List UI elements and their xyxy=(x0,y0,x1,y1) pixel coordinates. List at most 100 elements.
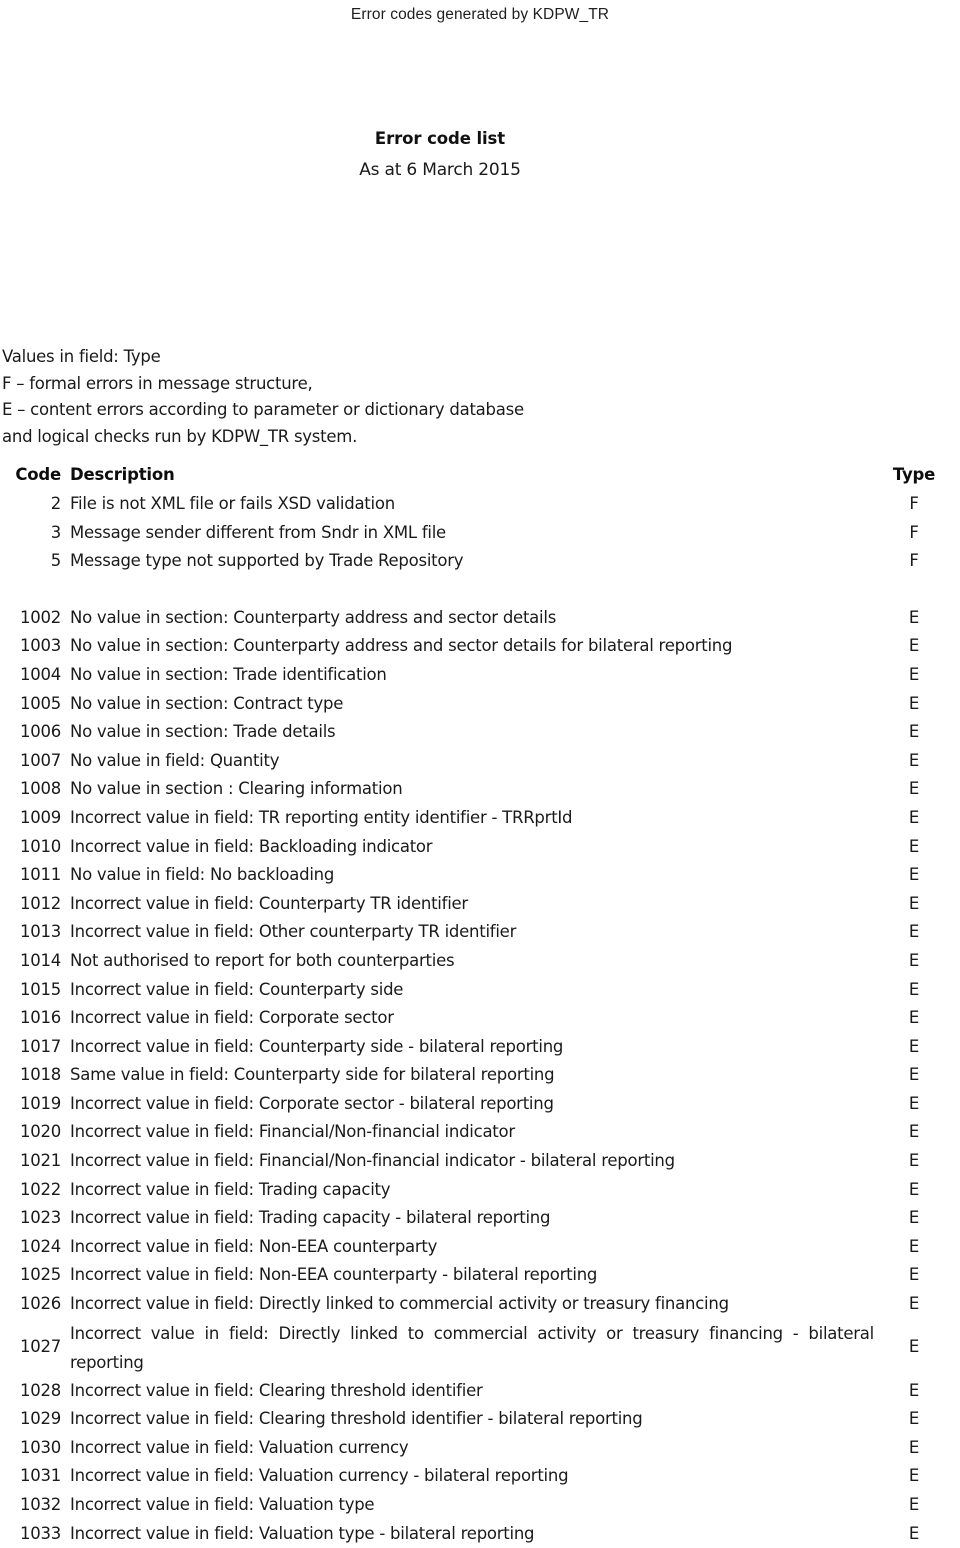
cell-description: Incorrect value in field: Financial/Non-… xyxy=(70,1151,675,1171)
table-row: 1011 No value in field: No backloading E xyxy=(0,861,960,890)
cell-type: E xyxy=(908,693,920,713)
cell-code: 1004 xyxy=(20,664,61,684)
error-code-table: Code Description Type 2 File is not XML f… xyxy=(0,460,960,1548)
cell-type: E xyxy=(908,750,920,770)
table-row: 1031 Incorrect value in field: Valuation … xyxy=(0,1462,960,1491)
cell-description: No value in section : Clearing informati… xyxy=(70,779,403,799)
cell-code: 1023 xyxy=(20,1208,61,1228)
table-header-row: Code Description Type xyxy=(0,460,960,490)
title-block: Error code list As at 6 March 2015 xyxy=(0,128,880,184)
cell-type: E xyxy=(908,1236,920,1256)
table-row: 1014 Not authorised to report for both co… xyxy=(0,947,960,976)
table-row: 1025 Incorrect value in field: Non-EEA co… xyxy=(0,1261,960,1290)
cell-code: 1008 xyxy=(20,779,61,799)
cell-type: E xyxy=(908,1036,920,1056)
table-row: 1013 Incorrect value in field: Other coun… xyxy=(0,918,960,947)
cell-code: 1028 xyxy=(20,1380,61,1400)
cell-type: E xyxy=(908,1151,920,1171)
cell-description: Incorrect value in field: Trading capaci… xyxy=(70,1208,551,1228)
cell-description: No value in section: Trade identificatio… xyxy=(70,664,387,684)
cell-description: Incorrect value in field: Counterparty s… xyxy=(70,1036,564,1056)
cell-type: F xyxy=(909,551,919,571)
cell-type: E xyxy=(908,607,920,627)
cell-description: Same value in field: Counterparty side f… xyxy=(70,1065,555,1085)
cell-code: 1006 xyxy=(20,722,61,742)
table-row: 5 Message type not supported by Trade Rep… xyxy=(0,547,960,576)
table-body: 2 File is not XML file or fails XSD valid… xyxy=(0,490,960,1548)
legend-line-e-content: E – content errors according to paramete… xyxy=(2,400,524,419)
legend-line-f-formal: F – formal errors in message structure, xyxy=(2,373,313,393)
cell-code: 1015 xyxy=(20,979,61,999)
cell-description: No value in section: Contract type xyxy=(70,693,344,713)
cell-code: 1018 xyxy=(20,1065,61,1085)
cell-type: E xyxy=(908,865,920,885)
cell-type: E xyxy=(908,1466,920,1486)
legend-line-logical-checks: and logical checks run by KDPW_TR system… xyxy=(2,426,358,446)
cell-description: Incorrect value in field: Non-EEA counte… xyxy=(70,1265,598,1285)
cell-type: F xyxy=(909,494,919,513)
cell-description: Incorrect value in field: Counterparty T… xyxy=(70,893,468,913)
cell-description: Not authorised to report for both counte… xyxy=(70,950,455,970)
table-row: 1030 Incorrect value in field: Valuation … xyxy=(0,1434,960,1463)
table-row: 1023 Incorrect value in field: Trading ca… xyxy=(0,1204,960,1233)
table-row: 1027 Incorrect value in field: Directly l… xyxy=(0,1319,960,1377)
cell-code: 1025 xyxy=(20,1265,61,1285)
cell-code: 1016 xyxy=(20,1008,61,1028)
table-row: 1006 No value in section: Trade details E xyxy=(0,718,960,747)
cell-description: Incorrect value in field: Directly linke… xyxy=(70,1294,729,1314)
cell-type: E xyxy=(908,1495,920,1514)
running-header: Error codes generated by KDPW_TR xyxy=(350,6,610,23)
cell-type: E xyxy=(908,1409,920,1429)
cell-type: E xyxy=(908,1265,920,1285)
cell-type: E xyxy=(908,1008,920,1028)
table-row: 1008 No value in section : Clearing infor… xyxy=(0,775,960,804)
cell-type: F xyxy=(909,522,919,542)
table-row: 1002 No value in section: Counterparty ad… xyxy=(0,604,960,633)
cell-description: Incorrect value in field: Trading capaci… xyxy=(70,1179,391,1199)
cell-code: 1013 xyxy=(20,922,61,942)
cell-type: E xyxy=(908,1065,920,1085)
cell-type: E xyxy=(908,1208,920,1228)
cell-code: 1014 xyxy=(20,950,61,970)
cell-description: No value in section: Counterparty addres… xyxy=(70,636,733,656)
cell-type: E xyxy=(908,836,920,856)
table-row: 1010 Incorrect value in field: Backloadin… xyxy=(0,833,960,862)
column-header-type: Type xyxy=(892,465,936,484)
cell-description: Message sender different from Sndr in XM… xyxy=(70,522,446,542)
cell-code: 1032 xyxy=(20,1495,61,1514)
cell-code: 1005 xyxy=(20,693,61,713)
cell-type: E xyxy=(908,1122,920,1142)
cell-code: 1030 xyxy=(20,1437,61,1457)
cell-code: 1021 xyxy=(20,1151,61,1171)
cell-description: No value in field: No backloading xyxy=(70,865,335,885)
cell-description: Incorrect value in field: Corporate sect… xyxy=(70,1093,554,1113)
table-row: 1012 Incorrect value in field: Counterpar… xyxy=(0,890,960,919)
table-row: 3 Message sender different from Sndr in X… xyxy=(0,519,960,548)
cell-description: Incorrect value in field: Directly linke… xyxy=(70,1323,874,1372)
cell-code: 1011 xyxy=(20,865,61,885)
cell-code: 1020 xyxy=(20,1122,61,1142)
cell-description: Incorrect value in field: Corporate sect… xyxy=(70,1008,394,1028)
cell-type: E xyxy=(908,636,920,656)
table-row: 1019 Incorrect value in field: Corporate … xyxy=(0,1090,960,1119)
spacer-cell xyxy=(0,576,70,604)
table-row: 1015 Incorrect value in field: Counterpar… xyxy=(0,976,960,1005)
cell-description: Incorrect value in field: Valuation type xyxy=(70,1495,375,1514)
cell-type: E xyxy=(908,950,920,970)
cell-code: 3 xyxy=(50,522,62,542)
cell-description: File is not XML file or fails XSD valida… xyxy=(70,494,395,513)
cell-type: E xyxy=(908,979,920,999)
table-group-spacer xyxy=(0,576,960,604)
cell-type: E xyxy=(908,1337,920,1357)
table-row: 1017 Incorrect value in field: Counterpar… xyxy=(0,1033,960,1062)
table-header: Code Description Type xyxy=(0,460,960,490)
cell-type: E xyxy=(908,807,920,827)
cell-code: 1026 xyxy=(20,1294,61,1314)
cell-type: E xyxy=(908,1437,920,1457)
cell-description: Incorrect value in field: Clearing thres… xyxy=(70,1380,483,1400)
cell-type: E xyxy=(908,893,920,913)
cell-type: E xyxy=(908,1179,920,1199)
cell-code: 2 xyxy=(50,494,62,513)
table-row: 1007 No value in field: Quantity E xyxy=(0,747,960,776)
column-header-description: Description xyxy=(70,465,175,484)
